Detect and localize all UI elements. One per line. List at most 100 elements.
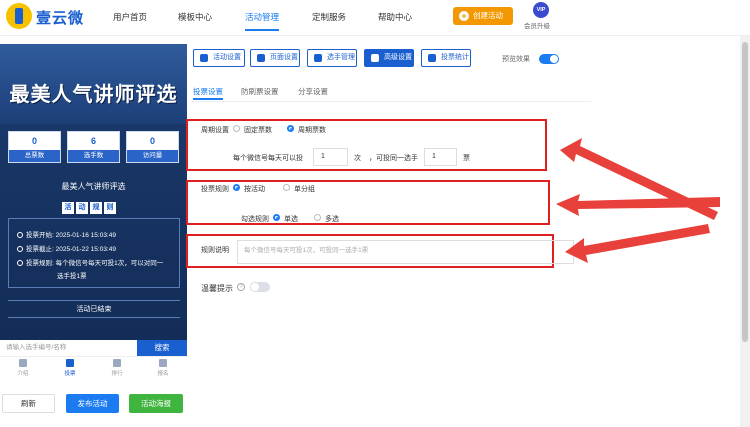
tool-activity-settings[interactable]: 活动设置 xyxy=(193,49,245,67)
activity-poster-button[interactable]: 活动海报 xyxy=(129,394,183,413)
preview-banner: 最美人气讲师评选 xyxy=(0,44,187,124)
radio-multi-choice[interactable] xyxy=(314,214,321,221)
tool-page-settings[interactable]: 页面设置 xyxy=(250,49,300,67)
same-contestant-text: ，可投同一选手 xyxy=(369,155,418,162)
brand-name: 壹云微 xyxy=(36,10,85,27)
rule-line: 投票规则: 每个微信号每天可投1次，可以对同一 xyxy=(17,257,163,267)
bar-chart-icon xyxy=(113,359,121,367)
activity-ended-label: 活动已结束 xyxy=(8,300,180,318)
mobile-preview: 最美人气讲师评选 0 总票数 6 选手数 0 访问量 最美人气讲师评选 活动规则… xyxy=(0,44,187,383)
toggle-knob xyxy=(251,283,259,291)
clock-icon xyxy=(17,246,23,252)
tool-contestant-manage[interactable]: 选手管理 xyxy=(307,49,357,67)
tool-vote-stats[interactable]: 投票统计 xyxy=(421,49,471,67)
stat-label: 访问量 xyxy=(127,150,178,162)
rule-description-textarea[interactable]: 每个微信号每天可投1次，可投同一选手1票 xyxy=(237,240,574,264)
tab-signup[interactable]: 报名 xyxy=(143,359,183,377)
subtab-share-settings[interactable]: 分享设置 xyxy=(298,86,328,97)
nav-item-activity-manage[interactable]: 活动管理 xyxy=(245,11,279,23)
rules-heading-char: 则 xyxy=(104,202,116,214)
check-rule-label: 勾选规则 xyxy=(241,216,269,223)
radio-by-activity[interactable] xyxy=(233,184,240,191)
rule-line: 选手投1票 xyxy=(57,273,87,280)
arrow-to-cycle-settings xyxy=(560,138,718,220)
brand-logo[interactable]: 壹云微 xyxy=(6,3,96,31)
search-button[interactable]: 搜索 xyxy=(137,340,187,356)
rule-description-label: 规则说明 xyxy=(201,247,229,254)
create-activity-label: 创建活动 xyxy=(473,11,503,20)
single-group-label[interactable]: 单分组 xyxy=(294,184,315,194)
reminder-toggle[interactable] xyxy=(250,282,270,292)
daily-votes-unit: 次 xyxy=(354,155,361,162)
single-choice-label[interactable]: 单选 xyxy=(284,214,298,224)
nav-item-custom-service[interactable]: 定制服务 xyxy=(312,11,346,23)
search-input[interactable]: 请输入选手编号/名称 xyxy=(6,342,126,354)
scrollbar-thumb[interactable] xyxy=(742,42,748,342)
reminder-label: 温馨提示 xyxy=(201,284,233,293)
help-icon[interactable]: ? xyxy=(237,283,245,291)
tab-ranking[interactable]: 排行 xyxy=(97,359,137,377)
stat-value: 0 xyxy=(31,136,37,146)
radio-cycle-votes[interactable] xyxy=(287,125,294,132)
tab-vote[interactable]: 投票 xyxy=(50,359,90,377)
refresh-button[interactable]: 刷新 xyxy=(2,394,55,413)
preview-effect-toggle[interactable] xyxy=(539,54,559,64)
fixed-votes-label[interactable]: 固定票数 xyxy=(244,125,272,135)
preview-effect-label: 预览效果 xyxy=(502,56,530,63)
plus-icon: + xyxy=(459,11,469,21)
logo-mark-icon xyxy=(6,3,32,29)
cycle-votes-label[interactable]: 周期票数 xyxy=(298,125,326,135)
by-activity-label[interactable]: 按活动 xyxy=(244,184,265,194)
home-icon xyxy=(19,359,27,367)
stat-value: 0 xyxy=(149,136,155,146)
highlight-cycle-settings xyxy=(186,119,547,171)
contestant-search: 请输入选手编号/名称 搜索 xyxy=(0,340,187,356)
tool-advanced-settings[interactable]: 高级设置 xyxy=(364,49,414,67)
vip-icon[interactable]: VIP xyxy=(533,2,549,18)
rules-heading-char: 规 xyxy=(90,202,102,214)
cycle-settings-label: 周期设置 xyxy=(201,127,229,134)
publish-activity-button[interactable]: 发布活动 xyxy=(66,394,119,413)
rule-line: 投票开始: 2025-01-16 15:03:49 xyxy=(17,229,116,239)
radio-fixed-votes[interactable] xyxy=(233,125,240,132)
daily-votes-input[interactable]: 1 xyxy=(313,148,348,166)
nav-item-help[interactable]: 帮助中心 xyxy=(378,11,412,23)
sliders-icon xyxy=(371,54,379,62)
create-activity-button[interactable]: + 创建活动 xyxy=(453,7,513,25)
rules-heading: 活动规则 xyxy=(62,202,118,214)
subtab-divider xyxy=(191,101,591,102)
page-scrollbar[interactable] xyxy=(740,36,750,427)
activity-name: 最美人气讲师评选 xyxy=(61,182,126,191)
same-contestant-unit: 票 xyxy=(463,155,470,162)
nav-item-home[interactable]: 用户首页 xyxy=(113,11,147,23)
gear-icon xyxy=(257,54,265,62)
rules-heading-char: 活 xyxy=(62,202,74,214)
arrow-to-rule-description xyxy=(565,224,710,263)
same-contestant-input[interactable]: 1 xyxy=(424,148,457,166)
clock-icon xyxy=(17,232,23,238)
subtab-active-indicator xyxy=(193,98,223,100)
radio-single-group[interactable] xyxy=(283,184,290,191)
tab-intro[interactable]: 介绍 xyxy=(3,359,43,377)
stat-visits: 0 访问量 xyxy=(126,131,179,163)
user-icon xyxy=(159,359,167,367)
multi-choice-label[interactable]: 多选 xyxy=(325,214,339,224)
toggle-knob xyxy=(550,55,558,63)
vip-upgrade-link[interactable]: 会员升级 xyxy=(524,20,550,30)
stat-label: 选手数 xyxy=(68,150,119,162)
stat-total-votes: 0 总票数 xyxy=(8,131,61,163)
rules-heading-char: 动 xyxy=(76,202,88,214)
bar-chart-icon xyxy=(428,54,436,62)
rules-box: 投票开始: 2025-01-16 15:03:49 投票截止: 2025-01-… xyxy=(8,218,180,288)
stat-label: 总票数 xyxy=(9,150,60,162)
nav-item-templates[interactable]: 模板中心 xyxy=(178,11,212,23)
rule-line: 投票截止: 2025-01-22 15:03:49 xyxy=(17,243,116,253)
banner-title: 最美人气讲师评选 xyxy=(9,82,178,106)
radio-single-choice[interactable] xyxy=(273,214,280,221)
stat-value: 6 xyxy=(90,136,96,146)
vote-rule-label: 投票规则 xyxy=(201,186,229,193)
top-nav-bar: 壹云微 用户首页 模板中心 活动管理 定制服务 帮助中心 + 创建活动 VIP … xyxy=(0,0,750,36)
subtab-vote-settings[interactable]: 投票设置 xyxy=(193,86,223,97)
nav-active-indicator xyxy=(245,29,279,31)
subtab-anti-fraud[interactable]: 防刷票设置 xyxy=(241,86,279,97)
